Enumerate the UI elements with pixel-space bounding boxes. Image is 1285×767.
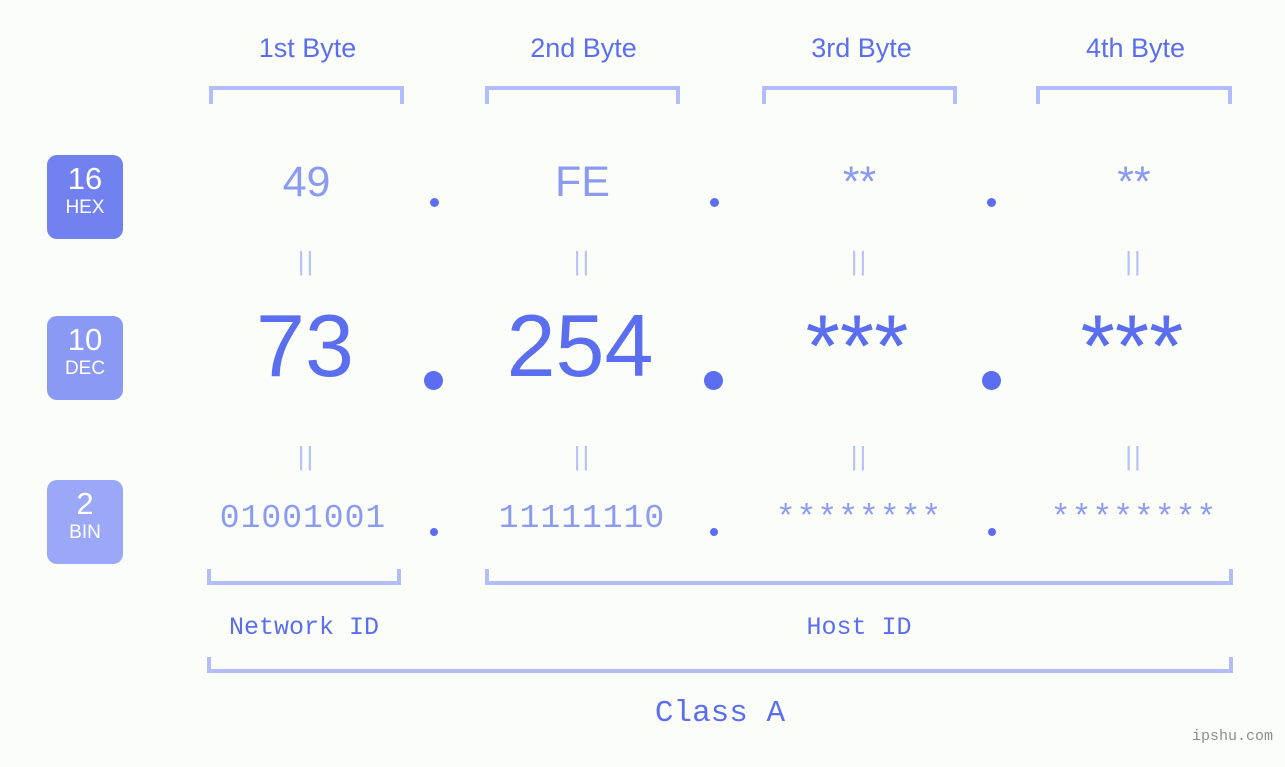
ip-breakdown-diagram: 1st Byte 2nd Byte 3rd Byte 4th Byte 16 H… [0,0,1285,767]
bin-byte-2: 11111110 [498,500,666,537]
equals-mark-dec-bin-1: || [297,441,316,471]
base-badge-dec-abbr: DEC [64,357,106,379]
dec-byte-1: 73 [256,296,354,395]
dec-separator-dot-2 [704,371,723,390]
byte-bracket-top-2 [485,86,680,104]
hex-separator-dot-3 [987,198,996,207]
equals-mark-hex-dec-4: || [1125,246,1143,276]
bin-byte-4: ******** [1050,500,1218,537]
equals-mark-dec-bin-4: || [1125,441,1143,471]
byte-header-2: 2nd Byte [530,33,637,63]
bin-separator-dot-2 [710,528,718,536]
byte-bracket-top-4 [1036,86,1232,104]
hex-byte-3: ** [842,158,877,206]
byte-bracket-top-1 [209,86,404,104]
equals-mark-hex-dec-2: || [573,246,592,276]
class-label: Class A [654,696,786,731]
hex-byte-1: 49 [282,158,331,206]
equals-mark-dec-bin-2: || [573,441,592,471]
byte-bracket-top-3 [762,86,957,104]
dec-byte-3: *** [805,296,909,395]
base-badge-dec-number: 10 [67,322,103,357]
base-badge-hex-number: 16 [67,161,103,196]
dec-separator-dot-1 [424,371,443,390]
dec-separator-dot-3 [982,371,1001,390]
equals-mark-dec-bin-3: || [850,441,869,471]
hex-separator-dot-2 [710,198,719,207]
host-id-label: Host ID [806,613,912,642]
watermark: ipshu.com [1191,728,1273,745]
base-badge-hex: 16 HEX [47,155,123,239]
equals-mark-hex-dec-3: || [850,246,869,276]
bin-separator-dot-3 [988,528,996,536]
dec-byte-2: 254 [506,296,654,395]
base-badge-bin-number: 2 [76,486,94,521]
class-bracket [207,657,1233,673]
bin-separator-dot-1 [430,528,438,536]
network-id-label: Network ID [228,613,380,642]
byte-header-3: 3rd Byte [811,33,912,63]
bin-byte-1: 01001001 [219,500,387,537]
hex-separator-dot-1 [430,198,439,207]
base-badge-bin-abbr: BIN [69,521,101,543]
equals-mark-hex-dec-1: || [297,246,316,276]
dec-byte-4: *** [1080,296,1184,395]
hex-byte-4: ** [1117,158,1151,206]
base-badge-dec: 10 DEC [47,316,123,400]
byte-header-1: 1st Byte [258,33,357,63]
byte-header-4: 4th Byte [1085,33,1186,63]
bin-byte-3: ******** [775,500,943,537]
host-id-bracket [485,569,1233,585]
hex-byte-2: FE [555,158,610,206]
base-badge-bin: 2 BIN [47,480,123,564]
network-id-bracket [207,569,401,585]
base-badge-hex-abbr: HEX [65,196,105,218]
